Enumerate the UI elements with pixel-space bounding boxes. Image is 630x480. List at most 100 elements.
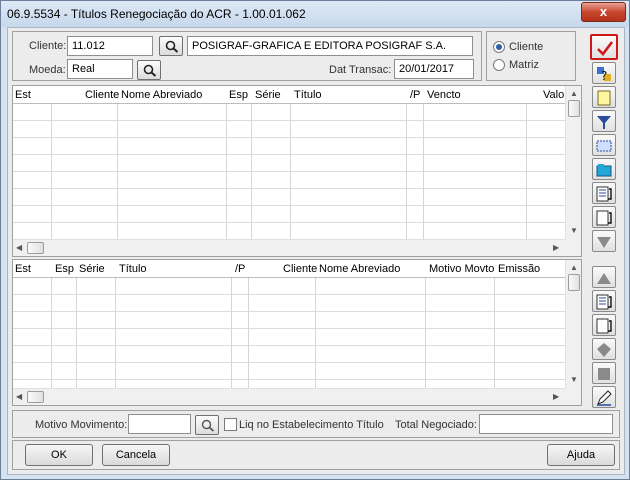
column-header[interactable]: Título: [292, 86, 322, 103]
header-separator: [13, 277, 565, 278]
radio-cliente[interactable]: [493, 41, 505, 53]
help-button[interactable]: Ajuda: [547, 444, 615, 466]
list-button[interactable]: [592, 182, 616, 204]
titulos-grid-bottom[interactable]: Est Esp Série Título /P Cliente Nome Abr…: [12, 259, 582, 406]
titulos-grid-top[interactable]: Est Cliente Nome Abreviado Esp Série Tít…: [12, 85, 582, 257]
grid-row-line: [13, 379, 565, 380]
column-header[interactable]: Nome Abreviado: [317, 260, 400, 277]
diamond-button[interactable]: [592, 338, 616, 360]
column-header[interactable]: Série: [253, 86, 281, 103]
scroll-thumb[interactable]: [568, 100, 580, 117]
radio-matriz[interactable]: [493, 59, 505, 71]
scroll-thumb[interactable]: [27, 391, 44, 403]
grid-row-line: [13, 137, 565, 138]
help-question-button[interactable]: ?: [592, 62, 616, 84]
svg-text:?: ?: [601, 69, 607, 83]
scroll-left-arrow-icon[interactable]: ◀: [16, 392, 22, 401]
cliente-label: Cliente:: [29, 40, 67, 52]
grid-row-line: [13, 311, 565, 312]
column-header[interactable]: Título: [117, 260, 147, 277]
scroll-thumb[interactable]: [27, 242, 44, 254]
filter-button[interactable]: [592, 110, 616, 132]
moeda-label: Moeda:: [29, 64, 66, 76]
square-icon: [598, 368, 610, 380]
cliente-search-button[interactable]: [159, 36, 183, 56]
select-range-button[interactable]: [592, 134, 616, 156]
move-up-button[interactable]: [592, 266, 616, 288]
cancel-button[interactable]: Cancela: [102, 444, 170, 466]
grid-divider: [406, 103, 407, 241]
question-help-icon: ?: [597, 67, 611, 83]
scroll-up-arrow-icon[interactable]: ▲: [570, 263, 578, 272]
grid-row-line: [13, 345, 565, 346]
grid-row-line: [13, 171, 565, 172]
horizontal-scrollbar[interactable]: ◀ ▶: [13, 239, 565, 256]
cliente-name-field[interactable]: POSIGRAF-GRAFICA E EDITORA POSIGRAF S.A.: [187, 36, 473, 56]
motivo-field[interactable]: [128, 414, 191, 434]
motivo-label: Motivo Movimento:: [35, 419, 128, 431]
square-button[interactable]: [592, 362, 616, 384]
radio-cliente-label: Cliente: [509, 41, 544, 53]
grid-divider: [251, 103, 252, 241]
column-header[interactable]: Nome Abreviado: [119, 86, 202, 103]
window-title: 06.9.5534 - Títulos Renegociação do ACR …: [7, 7, 306, 21]
motivo-search-button[interactable]: [195, 415, 219, 435]
column-header[interactable]: Est: [13, 260, 31, 277]
column-header[interactable]: /P: [233, 260, 245, 277]
column-header[interactable]: Esp: [53, 260, 74, 277]
note-button[interactable]: [592, 86, 616, 108]
scroll-down-arrow-icon[interactable]: ▼: [570, 226, 578, 235]
header-panel: Cliente: 11.012 POSIGRAF-GRAFICA E EDITO…: [12, 31, 482, 81]
confirm-check-icon: [597, 41, 614, 56]
client-area: Cliente: 11.012 POSIGRAF-GRAFICA E EDITO…: [7, 27, 625, 475]
liq-label: Liq no Estabelecimento Título: [239, 419, 384, 431]
column-header[interactable]: Vencto: [425, 86, 461, 103]
close-button[interactable]: x: [581, 2, 626, 22]
total-field[interactable]: [479, 414, 613, 434]
column-header[interactable]: Série: [77, 260, 105, 277]
move-down-icon: [597, 237, 611, 248]
filter-icon: [597, 116, 611, 129]
grid-row-line: [13, 362, 565, 363]
moeda-field[interactable]: Real: [67, 59, 133, 79]
page-arrow-icon: [596, 210, 612, 226]
moeda-search-button[interactable]: [137, 60, 161, 80]
column-header[interactable]: Valo: [541, 86, 564, 103]
scroll-right-arrow-icon[interactable]: ▶: [553, 392, 559, 401]
grid-row-line: [13, 205, 565, 206]
scroll-left-arrow-icon[interactable]: ◀: [16, 243, 22, 252]
edit-button[interactable]: [592, 386, 616, 408]
grid-row-line: [13, 154, 565, 155]
scroll-thumb[interactable]: [568, 274, 580, 291]
move-down-button[interactable]: [592, 230, 616, 252]
scroll-right-arrow-icon[interactable]: ▶: [553, 243, 559, 252]
liq-checkbox[interactable]: [224, 418, 237, 431]
dat-transac-field[interactable]: 20/01/2017: [394, 59, 474, 79]
column-header[interactable]: Esp: [227, 86, 248, 103]
vertical-scrollbar[interactable]: ▲ ▼: [565, 86, 581, 239]
grid-row-line: [13, 188, 565, 189]
vertical-scrollbar[interactable]: ▲ ▼: [565, 260, 581, 388]
folder-button[interactable]: [592, 158, 616, 180]
horizontal-scrollbar[interactable]: ◀ ▶: [13, 388, 565, 405]
page-button-2[interactable]: [592, 314, 616, 336]
grid-row-line: [13, 222, 565, 223]
column-header[interactable]: /P: [408, 86, 420, 103]
confirm-button[interactable]: [590, 34, 618, 60]
list-arrow-icon: [596, 294, 612, 310]
list-button-2[interactable]: [592, 290, 616, 312]
ok-button[interactable]: OK: [25, 444, 93, 466]
dat-transac-label: Dat Transac:: [329, 64, 392, 76]
column-header[interactable]: Est: [13, 86, 31, 103]
scroll-down-arrow-icon[interactable]: ▼: [570, 375, 578, 384]
column-header[interactable]: Cliente: [281, 260, 317, 277]
scroll-up-arrow-icon[interactable]: ▲: [570, 89, 578, 98]
page-button[interactable]: [592, 206, 616, 228]
cliente-code-field[interactable]: 11.012: [67, 36, 153, 56]
move-up-icon: [597, 273, 611, 284]
column-header[interactable]: Emissão: [496, 260, 540, 277]
column-header[interactable]: Motivo Movto: [427, 260, 494, 277]
column-header[interactable]: Cliente: [83, 86, 119, 103]
title-bar: 06.9.5534 - Títulos Renegociação do ACR …: [1, 1, 629, 27]
grid-divider: [226, 103, 227, 241]
